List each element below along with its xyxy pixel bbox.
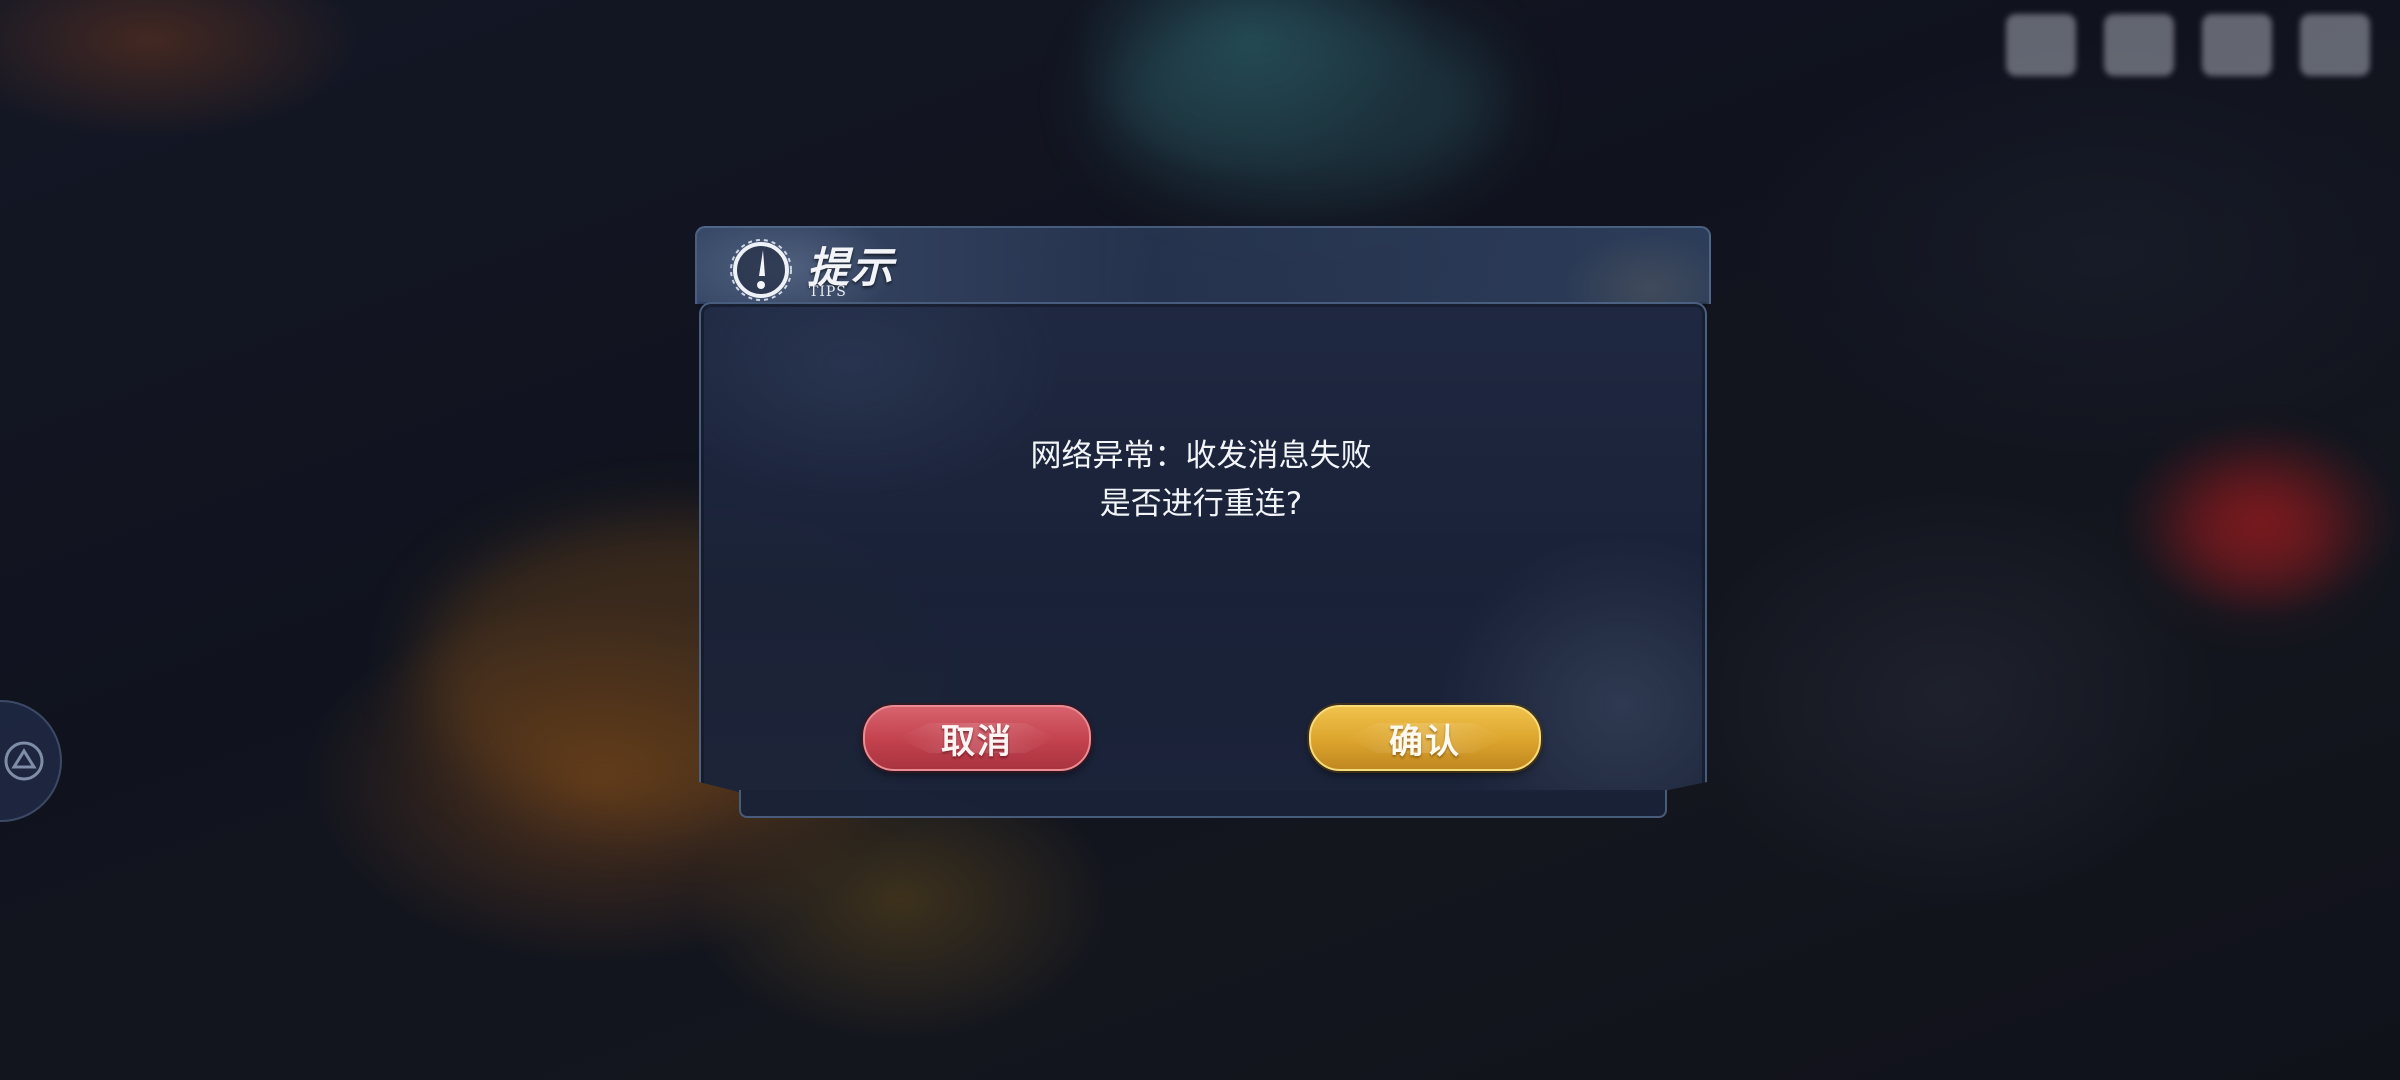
dialog-message: 网络异常：收发消息失败 是否进行重连? bbox=[695, 432, 1707, 528]
reconnect-dialog: 提示 TIPS 网络异常：收发消息失败 是否进行重连? 取消 确认 bbox=[695, 222, 1711, 822]
hud-icon[interactable] bbox=[2104, 14, 2174, 76]
dialog-body bbox=[699, 302, 1707, 792]
message-line: 是否进行重连? bbox=[1099, 486, 1303, 522]
message-line: 网络异常：收发消息失败 bbox=[1030, 438, 1372, 474]
cancel-button[interactable]: 取消 bbox=[863, 705, 1091, 771]
dialog-title-sub: TIPS bbox=[809, 284, 847, 300]
dialog-foot bbox=[739, 790, 1667, 818]
exclamation-emblem-icon bbox=[730, 239, 792, 301]
dialog-header: 提示 TIPS bbox=[695, 226, 1711, 304]
header-ornament bbox=[1509, 228, 1709, 304]
hud-icon[interactable] bbox=[2006, 14, 2076, 76]
top-hud bbox=[2006, 14, 2370, 76]
gamepad-icon bbox=[4, 741, 44, 781]
hud-icon[interactable] bbox=[2202, 14, 2272, 76]
confirm-button[interactable]: 确认 bbox=[1309, 705, 1541, 771]
hud-icon[interactable] bbox=[2300, 14, 2370, 76]
cancel-button-label: 取消 bbox=[941, 721, 1013, 762]
confirm-button-label: 确认 bbox=[1389, 721, 1461, 762]
